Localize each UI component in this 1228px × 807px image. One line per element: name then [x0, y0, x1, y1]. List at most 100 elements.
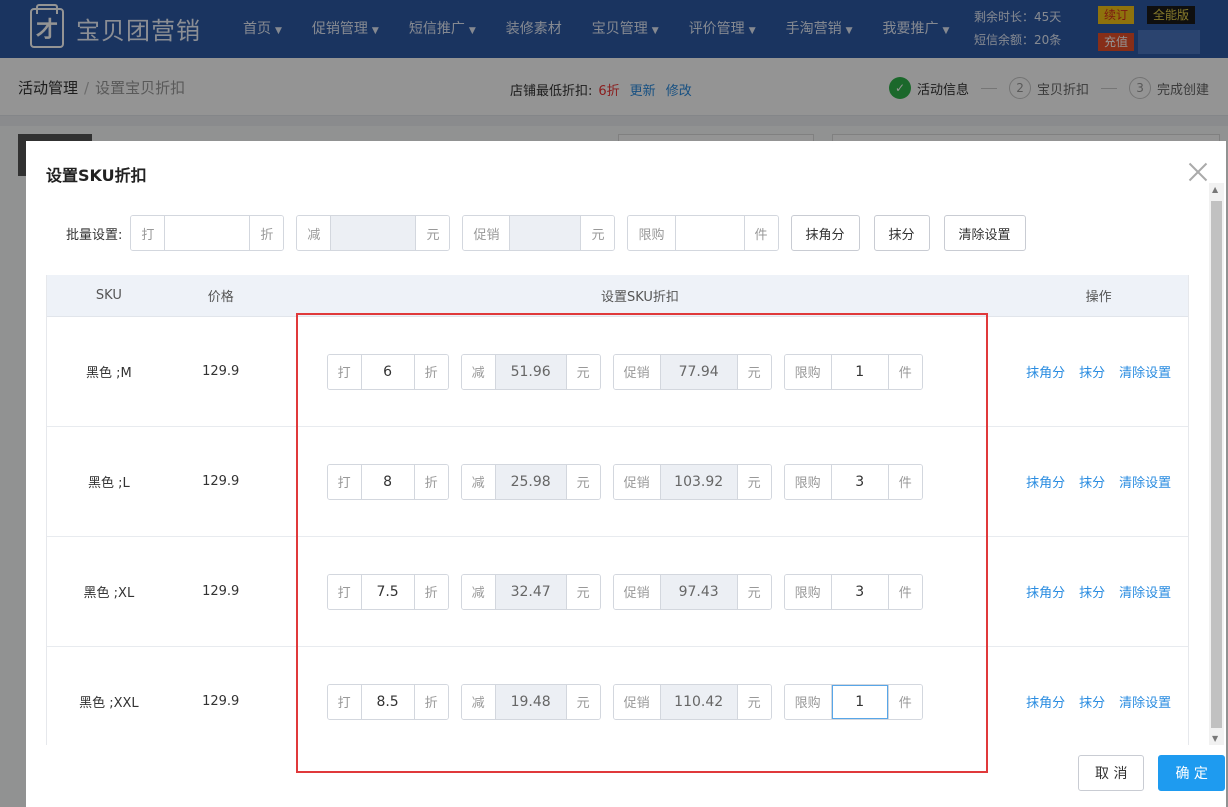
row-actions: 抹角分 抹分 清除设置: [1009, 472, 1188, 491]
clear-settings-link[interactable]: 清除设置: [1119, 582, 1171, 601]
table-row: 黑色 ;M 129.9 打 6 折减 51.96 元促销 77.94 元限购 1 件抹角分 抹分 清除设…: [47, 317, 1188, 427]
sku-name: 黑色 ;XL: [83, 586, 135, 601]
batch-promo-prefix: 促销: [463, 216, 511, 250]
reduce-group: 减 32.47 元: [460, 573, 601, 610]
reduce-input[interactable]: 32.47: [495, 574, 566, 609]
promo-prefix: 促销: [613, 464, 661, 499]
limit-group: 限购 3 件: [783, 463, 923, 500]
sku-discount-cell: 打 8 折减 25.98 元促销 103.92 元限购 3 件: [271, 463, 1010, 500]
sku-table: SKU 价格 设置SKU折扣 操作 黑色 ;M 129.9 打 6 折减 51.96 元促销…: [46, 275, 1189, 745]
table-row: 黑色 ;L 129.9 打 8 折减 25.98 元促销 103.92 元限购 3 件抹角分 抹分 清除…: [47, 427, 1188, 537]
sku-name: 黑色 ;XXL: [79, 696, 139, 711]
sku-discount-cell: 打 8.5 折减 19.48 元促销 110.42 元限购 1 件: [271, 683, 1010, 720]
scrollbar-thumb[interactable]: [1211, 201, 1222, 728]
header-actions: 操作: [1085, 290, 1112, 305]
batch-limit-input[interactable]: [675, 216, 744, 250]
discount-input[interactable]: 8.5: [361, 684, 414, 719]
reduce-input[interactable]: 19.48: [495, 684, 566, 719]
round-jiao-fen-link[interactable]: 抹角分: [1026, 472, 1065, 491]
table-body: 黑色 ;M 129.9 打 6 折减 51.96 元促销 77.94 元限购 1 件抹角分 抹分 清除设…: [47, 317, 1188, 745]
discount-prefix: 打: [327, 354, 362, 389]
discount-input[interactable]: 6: [361, 354, 414, 389]
round-fen-link[interactable]: 抹分: [1079, 582, 1105, 601]
round-fen-link[interactable]: 抹分: [1079, 472, 1105, 491]
sku-discount-modal: 设置SKU折扣 批量设置: 打 折 减 元 促销 元 限购 件 抹角分 抹分 清…: [26, 141, 1226, 807]
limit-input[interactable]: 1: [831, 354, 888, 389]
promo-prefix: 促销: [613, 574, 661, 609]
limit-prefix: 限购: [784, 684, 832, 719]
header-sku: SKU: [95, 288, 122, 303]
modal-title: 设置SKU折扣: [46, 166, 147, 185]
reduce-prefix: 减: [461, 464, 496, 499]
discount-group: 打8折: [326, 463, 449, 500]
reduce-prefix: 减: [461, 684, 496, 719]
batch-round-fen-button[interactable]: 抹分: [873, 215, 930, 251]
batch-limit-prefix: 限购: [628, 216, 676, 250]
modal-footer: 取 消 确 定: [1064, 755, 1225, 791]
sku-discount-cell: 打 6 折减 51.96 元促销 77.94 元限购 1 件: [271, 353, 1010, 390]
promo-group: 促销 110.42 元: [612, 683, 772, 720]
batch-promo-group: 促销 元: [462, 215, 616, 251]
batch-settings: 批量设置: 打 折 减 元 促销 元 限购 件 抹角分 抹分 清除设置: [66, 215, 1040, 251]
reduce-suffix: 元: [565, 354, 600, 389]
round-jiao-fen-link[interactable]: 抹角分: [1026, 692, 1065, 711]
row-actions: 抹角分 抹分 清除设置: [1009, 362, 1188, 381]
scroll-down-icon[interactable]: ▼: [1212, 734, 1218, 743]
limit-group: 限购 1 件: [783, 683, 923, 720]
sku-price: 129.9: [202, 364, 240, 379]
limit-group: 限购 1 件: [783, 353, 923, 390]
promo-input[interactable]: 77.94: [660, 354, 737, 389]
limit-suffix: 件: [887, 464, 922, 499]
clear-settings-link[interactable]: 清除设置: [1119, 362, 1171, 381]
round-jiao-fen-link[interactable]: 抹角分: [1026, 582, 1065, 601]
scrollbar[interactable]: ▲ ▼: [1209, 183, 1224, 745]
discount-input[interactable]: 8: [361, 464, 414, 499]
limit-prefix: 限购: [784, 574, 832, 609]
batch-round-jiao-fen-button[interactable]: 抹角分: [790, 215, 860, 251]
round-fen-link[interactable]: 抹分: [1079, 692, 1105, 711]
sku-price: 129.9: [202, 584, 240, 599]
clear-settings-link[interactable]: 清除设置: [1119, 692, 1171, 711]
limit-input[interactable]: 3: [831, 574, 888, 609]
batch-promo-suffix: 元: [580, 216, 615, 250]
discount-input[interactable]: 7.5: [361, 574, 414, 609]
promo-suffix: 元: [736, 354, 771, 389]
promo-input[interactable]: 103.92: [660, 464, 737, 499]
reduce-input[interactable]: 51.96: [495, 354, 566, 389]
reduce-prefix: 减: [461, 354, 496, 389]
limit-input[interactable]: 1: [831, 684, 888, 719]
reduce-input[interactable]: 25.98: [495, 464, 566, 499]
limit-input[interactable]: 3: [831, 464, 888, 499]
promo-input[interactable]: 97.43: [660, 574, 737, 609]
close-icon[interactable]: [1185, 159, 1211, 185]
discount-suffix: 折: [413, 354, 448, 389]
reduce-group: 减 19.48 元: [460, 683, 601, 720]
table-header: SKU 价格 设置SKU折扣 操作: [47, 275, 1188, 317]
discount-group: 打6折: [326, 353, 449, 390]
batch-label: 批量设置:: [66, 227, 123, 243]
batch-clear-button[interactable]: 清除设置: [943, 215, 1026, 251]
promo-group: 促销 103.92 元: [612, 463, 772, 500]
round-jiao-fen-link[interactable]: 抹角分: [1026, 362, 1065, 381]
confirm-button[interactable]: 确 定: [1158, 755, 1225, 791]
reduce-suffix: 元: [565, 684, 600, 719]
limit-group: 限购 3 件: [783, 573, 923, 610]
batch-discount-input[interactable]: [165, 216, 250, 250]
clear-settings-link[interactable]: 清除设置: [1119, 472, 1171, 491]
cancel-button[interactable]: 取 消: [1078, 755, 1145, 791]
scroll-up-icon[interactable]: ▲: [1212, 185, 1218, 194]
sku-price: 129.9: [202, 474, 240, 489]
limit-prefix: 限购: [784, 464, 832, 499]
discount-prefix: 打: [327, 574, 362, 609]
batch-reduce-input[interactable]: [331, 216, 416, 250]
round-fen-link[interactable]: 抹分: [1079, 362, 1105, 381]
limit-prefix: 限购: [784, 354, 832, 389]
discount-suffix: 折: [413, 464, 448, 499]
batch-limit-suffix: 件: [743, 216, 778, 250]
promo-input[interactable]: 110.42: [660, 684, 737, 719]
batch-reduce-group: 减 元: [296, 215, 451, 251]
batch-promo-input[interactable]: [510, 216, 581, 250]
table-row: 黑色 ;XXL 129.9 打 8.5 折减 19.48 元促销 110.42 元限购 1 件抹角分…: [47, 647, 1188, 745]
reduce-suffix: 元: [565, 574, 600, 609]
promo-group: 促销 77.94 元: [612, 353, 772, 390]
